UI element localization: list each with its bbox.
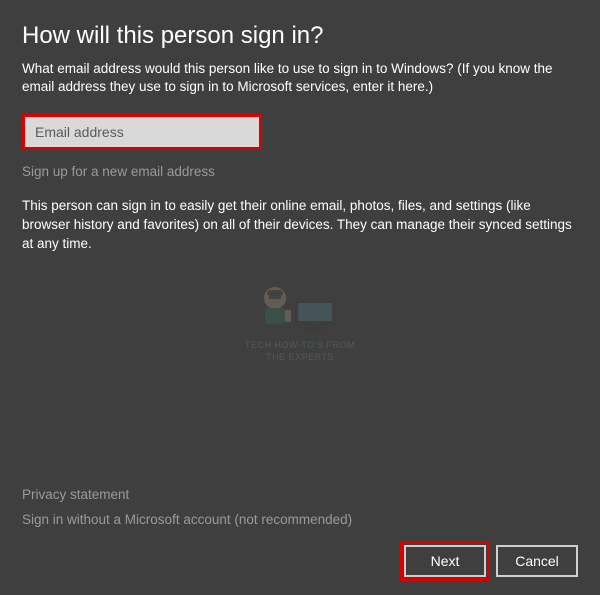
no-ms-account-link[interactable]: Sign in without a Microsoft account (not… — [22, 512, 578, 527]
signup-link[interactable]: Sign up for a new email address — [22, 164, 578, 179]
watermark-text-2: THE EXPERTS — [245, 352, 355, 362]
bottom-area: Privacy statement Sign in without a Micr… — [22, 487, 578, 577]
info-text: This person can sign in to easily get th… — [22, 197, 578, 254]
watermark-text-1: TECH HOW-TO'S FROM — [245, 340, 355, 350]
page-title: How will this person sign in? — [22, 22, 578, 50]
cancel-button[interactable]: Cancel — [496, 545, 578, 577]
watermark: TECH HOW-TO'S FROM THE EXPERTS — [245, 280, 355, 362]
email-input[interactable] — [25, 117, 259, 147]
privacy-link[interactable]: Privacy statement — [22, 487, 578, 502]
button-row: Next Cancel — [22, 545, 578, 577]
next-button[interactable]: Next — [404, 545, 486, 577]
watermark-mascot-icon — [245, 280, 355, 338]
page-subtitle: What email address would this person lik… — [22, 60, 578, 96]
email-highlight-box — [22, 114, 262, 150]
